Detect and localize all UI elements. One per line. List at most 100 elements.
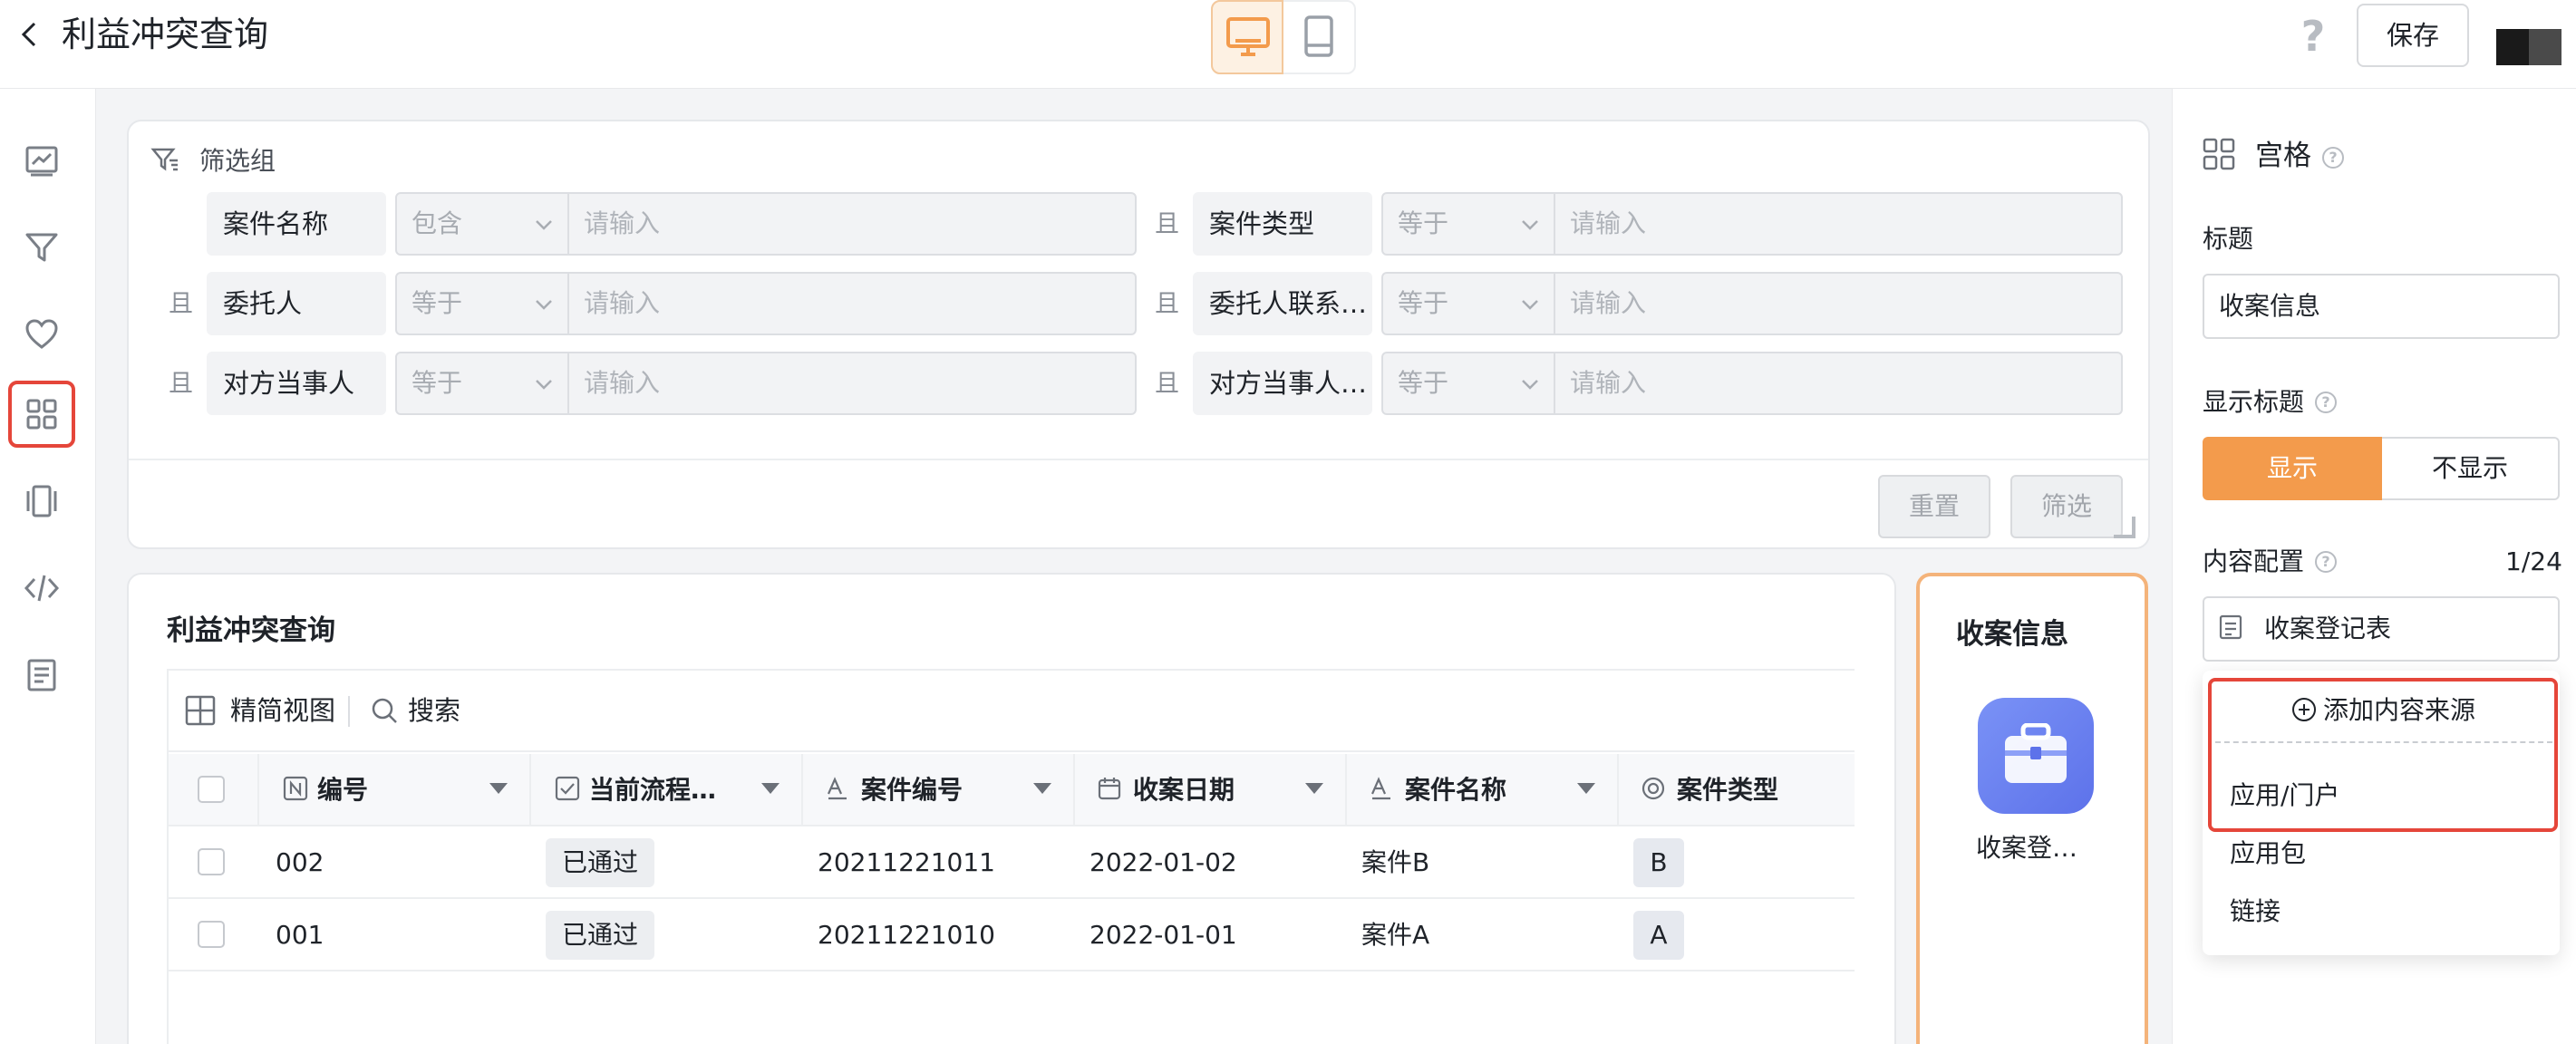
resize-handle[interactable] bbox=[2114, 517, 2135, 538]
and-label: 且 bbox=[169, 290, 193, 318]
chevron-down-icon bbox=[1522, 220, 1538, 230]
content-config-label: 内容配置 bbox=[2203, 546, 2305, 576]
filter-button[interactable]: 筛选 bbox=[2010, 475, 2123, 538]
help-icon[interactable]: ? bbox=[2315, 551, 2337, 573]
filter-operator-select[interactable]: 等于 bbox=[395, 272, 569, 335]
filter-operator-select[interactable]: 等于 bbox=[1381, 272, 1555, 335]
cell-id: 002 bbox=[276, 847, 324, 877]
view-switch-button[interactable]: 精简视图 bbox=[230, 692, 335, 729]
filter-value-input[interactable]: 请输入 bbox=[569, 192, 1137, 256]
chevron-down-icon bbox=[536, 380, 552, 390]
table-header-row bbox=[169, 754, 1855, 826]
column-header-id[interactable]: 编号 bbox=[317, 754, 368, 826]
rail-document[interactable] bbox=[8, 642, 75, 709]
menu-item-link[interactable]: 链接 bbox=[2230, 894, 2281, 930]
filter-group-label: 筛选组 bbox=[199, 146, 276, 176]
help-icon[interactable]: ? bbox=[2315, 392, 2337, 413]
code-icon bbox=[24, 575, 60, 602]
status-badge: 已通过 bbox=[546, 838, 655, 887]
cell-case-no: 20211221011 bbox=[818, 847, 995, 877]
filter-value-input[interactable]: 请输入 bbox=[569, 272, 1137, 335]
filter-group-icon bbox=[150, 145, 179, 174]
help-icon[interactable]: ? bbox=[2322, 147, 2344, 169]
avatar[interactable] bbox=[2496, 29, 2561, 65]
form-icon bbox=[2219, 614, 2242, 640]
show-title-option-hide[interactable]: 不显示 bbox=[2382, 437, 2560, 500]
content-count: 1/24 bbox=[2505, 546, 2562, 576]
rail-carousel[interactable] bbox=[8, 468, 75, 535]
cell-id: 001 bbox=[276, 920, 324, 950]
grid-icon bbox=[26, 399, 57, 430]
grid-icon bbox=[2203, 138, 2235, 170]
chart-icon bbox=[25, 146, 58, 177]
filter-value-input[interactable]: 请输入 bbox=[1555, 352, 2123, 415]
tablet-icon bbox=[1304, 15, 1333, 57]
chevron-down-icon bbox=[536, 220, 552, 230]
sort-icon[interactable] bbox=[489, 783, 508, 794]
filter-operator-select[interactable]: 等于 bbox=[1381, 192, 1555, 256]
filter-value-input[interactable]: 请输入 bbox=[569, 352, 1137, 415]
grid-item-label[interactable]: 收案登… bbox=[1976, 830, 2077, 866]
table-title: 利益冲突查询 bbox=[167, 614, 335, 647]
rail-code[interactable] bbox=[8, 555, 75, 622]
title-field-label: 标题 bbox=[2203, 224, 2254, 254]
sort-icon[interactable] bbox=[1033, 783, 1051, 794]
column-header-type[interactable]: 案件类型 bbox=[1677, 754, 1778, 826]
number-field-icon bbox=[283, 776, 308, 801]
filter-field-name: 案件名称 bbox=[207, 192, 386, 256]
filter-value-input[interactable]: 请输入 bbox=[1555, 192, 2123, 256]
filter-field-name: 委托人 bbox=[207, 272, 386, 335]
cell-date: 2022-01-02 bbox=[1089, 847, 1237, 877]
rail-dashboard[interactable] bbox=[8, 127, 75, 194]
table-row[interactable] bbox=[169, 826, 1855, 899]
cell-name: 案件A bbox=[1361, 920, 1430, 950]
select-all-checkbox[interactable] bbox=[198, 776, 225, 803]
filter-operator-select[interactable]: 等于 bbox=[395, 352, 569, 415]
sort-icon[interactable] bbox=[1305, 783, 1323, 794]
column-header-case-no[interactable]: 案件编号 bbox=[861, 754, 963, 826]
heart-icon bbox=[25, 319, 58, 349]
menu-item-app-package[interactable]: 应用包 bbox=[2230, 836, 2306, 872]
rail-filter[interactable] bbox=[8, 214, 75, 281]
show-title-option-show[interactable]: 显示 bbox=[2203, 437, 2382, 500]
filter-field-name: 案件类型 bbox=[1193, 192, 1372, 256]
highlight-box bbox=[2208, 678, 2558, 832]
search-icon[interactable] bbox=[370, 696, 399, 725]
filter-operator-select[interactable]: 包含 bbox=[395, 192, 569, 256]
page-title: 利益冲突查询 bbox=[62, 14, 269, 54]
cell-name: 案件B bbox=[1361, 847, 1430, 877]
briefcase-icon[interactable] bbox=[1978, 698, 2094, 814]
filter-operator-select[interactable]: 等于 bbox=[1381, 352, 1555, 415]
filter-field-name: 对方当事人 bbox=[207, 352, 386, 415]
back-arrow-icon[interactable] bbox=[13, 16, 49, 53]
row-checkbox[interactable] bbox=[198, 848, 225, 875]
divider bbox=[129, 459, 2148, 460]
rail-grid[interactable] bbox=[8, 381, 75, 448]
chevron-down-icon bbox=[536, 300, 552, 310]
text-field-icon bbox=[827, 777, 847, 800]
filter-icon bbox=[25, 233, 58, 262]
search-button[interactable]: 搜索 bbox=[408, 692, 460, 729]
rail-favorite[interactable] bbox=[8, 301, 75, 368]
filter-value-input[interactable]: 请输入 bbox=[1555, 272, 2123, 335]
help-icon[interactable]: ? bbox=[2293, 11, 2333, 62]
and-label: 且 bbox=[1155, 290, 1179, 318]
table-view-icon[interactable] bbox=[185, 695, 216, 726]
show-title-label: 显示标题 bbox=[2203, 387, 2305, 417]
filter-field-name: 对方当事人… bbox=[1193, 352, 1372, 415]
sort-icon[interactable] bbox=[1577, 783, 1595, 794]
column-header-date[interactable]: 收案日期 bbox=[1133, 754, 1235, 826]
tablet-view-button[interactable] bbox=[1283, 0, 1356, 74]
save-button[interactable]: 保存 bbox=[2357, 4, 2469, 67]
column-header-status[interactable]: 当前流程… bbox=[589, 754, 716, 826]
title-input[interactable]: 收案信息 bbox=[2203, 274, 2560, 339]
sort-icon[interactable] bbox=[761, 783, 780, 794]
and-label: 且 bbox=[169, 370, 193, 398]
desktop-view-button[interactable] bbox=[1211, 0, 1283, 74]
table-row[interactable] bbox=[169, 899, 1855, 972]
content-source-item[interactable]: 收案登记表 bbox=[2203, 596, 2560, 662]
and-label: 且 bbox=[1155, 370, 1179, 398]
reset-button[interactable]: 重置 bbox=[1878, 475, 1990, 538]
row-checkbox[interactable] bbox=[198, 921, 225, 948]
column-header-name[interactable]: 案件名称 bbox=[1405, 754, 1506, 826]
